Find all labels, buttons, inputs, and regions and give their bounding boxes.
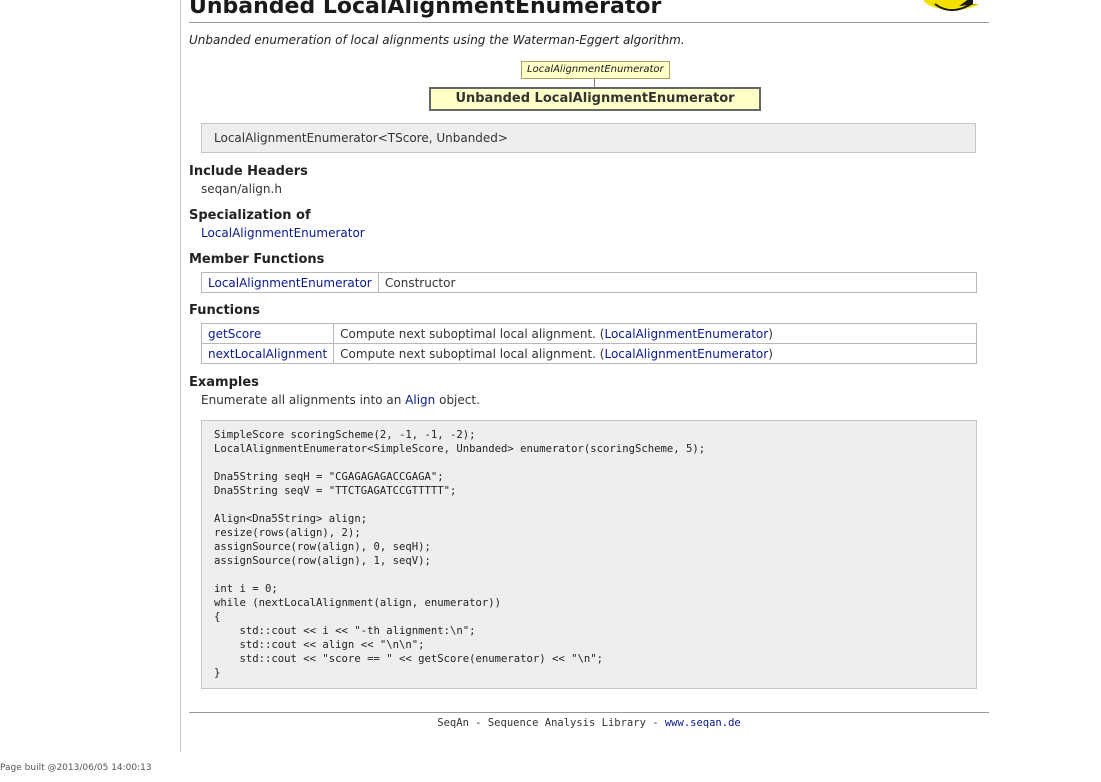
include-headers-heading: Include Headers (189, 164, 308, 179)
function-desc-text: Compute next suboptimal local alignment.… (340, 346, 605, 361)
footer-link[interactable]: www.seqan.de (665, 717, 741, 729)
examples-text-before: Enumerate all alignments into an (201, 393, 406, 407)
footer-divider (189, 712, 989, 713)
align-link[interactable]: Align (405, 393, 435, 407)
member-functions-table: LocalAlignmentEnumerator Constructor (201, 272, 977, 293)
sidebar-divider (180, 0, 181, 752)
specialization-heading: Specialization of (189, 208, 311, 223)
examples-description: Enumerate all alignments into an Align o… (201, 393, 480, 407)
function-desc-close: ) (768, 346, 773, 361)
examples-heading: Examples (189, 375, 259, 390)
hierarchy-self-box: Unbanded LocalAlignmentEnumerator (429, 87, 761, 111)
specialization-text: LocalAlignmentEnumerator (201, 226, 365, 240)
member-desc-cell: Constructor (378, 272, 977, 293)
specialization-link[interactable]: LocalAlignmentEnumerator (201, 226, 365, 240)
function-link-getscore[interactable]: getScore (208, 327, 261, 341)
function-name-cell: getScore (200, 323, 335, 344)
title-divider (189, 22, 989, 23)
function-link-nextlocalalignment[interactable]: nextLocalAlignment (208, 347, 327, 361)
function-desc-close: ) (768, 326, 773, 341)
member-name-cell: LocalAlignmentEnumerator (201, 272, 379, 293)
table-row: nextLocalAlignment Compute next suboptim… (200, 343, 977, 364)
function-class-link[interactable]: LocalAlignmentEnumerator (604, 327, 768, 341)
seqan-logo-icon[interactable] (915, 0, 989, 16)
page-title: Unbanded LocalAlignmentEnumerator (189, 0, 662, 19)
footer: SeqAn - Sequence Analysis Library - www.… (189, 717, 989, 729)
functions-table: getScore Compute next suboptimal local a… (200, 323, 977, 364)
function-name-cell: nextLocalAlignment (200, 343, 335, 364)
example-code: SimpleScore scoringScheme(2, -1, -1, -2)… (214, 429, 706, 679)
page-summary: Unbanded enumeration of local alignments… (189, 33, 685, 47)
table-row: LocalAlignmentEnumerator Constructor (201, 272, 977, 293)
function-desc-cell: Compute next suboptimal local alignment.… (333, 323, 977, 344)
signature-box: LocalAlignmentEnumerator<TScore, Unbande… (201, 123, 976, 153)
table-row: getScore Compute next suboptimal local a… (200, 323, 977, 344)
function-class-link[interactable]: LocalAlignmentEnumerator (604, 347, 768, 361)
examples-text-after: object. (435, 393, 480, 407)
footer-text: SeqAn - Sequence Analysis Library - (437, 717, 665, 729)
member-functions-heading: Member Functions (189, 252, 325, 267)
hierarchy-connector (594, 79, 595, 87)
function-desc-cell: Compute next suboptimal local alignment.… (333, 343, 977, 364)
functions-heading: Functions (189, 303, 261, 318)
include-header-value: seqan/align.h (201, 182, 282, 196)
example-code-box: SimpleScore scoringScheme(2, -1, -1, -2)… (201, 420, 977, 689)
function-desc-text: Compute next suboptimal local alignment.… (340, 326, 605, 341)
member-function-link[interactable]: LocalAlignmentEnumerator (208, 276, 372, 290)
page-built-stamp: Page built @2013/06/05 14:00:13 (0, 763, 152, 773)
hierarchy-parent-box[interactable]: LocalAlignmentEnumerator (521, 61, 670, 79)
